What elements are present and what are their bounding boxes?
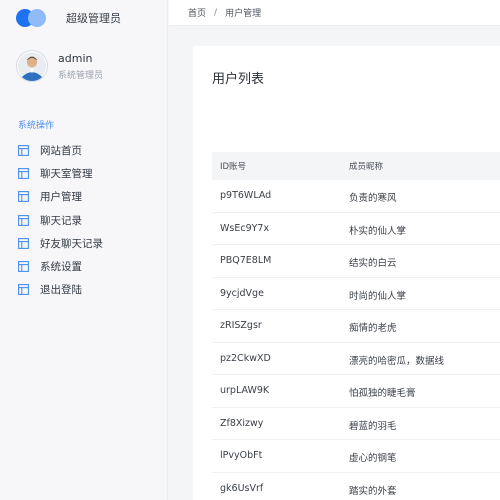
table-row[interactable]: PBQ7E8LM 结实的白云 [212, 245, 500, 278]
layout-icon [18, 284, 29, 296]
user-profile: admin 系统管理员 [0, 36, 167, 88]
cell-id: PBQ7E8LM [220, 255, 272, 266]
cell-nickname: 怕孤独的睫毛膏 [349, 388, 416, 399]
cell-id: WsEc9Y7x [220, 222, 270, 234]
cell-nickname: 虚心的钢笔 [349, 453, 397, 464]
sidebar-item-label: 聊天记录 [40, 214, 82, 227]
table-row[interactable]: 9ycjdVge 时尚的仙人掌 [212, 278, 500, 310]
cell-id: lPvyObFt [220, 450, 263, 461]
layout-icon [18, 261, 29, 272]
table-row[interactable]: lPvyObFt 虚心的钢笔 [212, 440, 500, 473]
sidebar-item-friend-chat-records[interactable]: 好友聊天记录 [0, 232, 167, 255]
cell-id: urpLAW9K [220, 385, 270, 396]
table-row[interactable]: WsEc9Y7x 朴实的仙人掌 [212, 213, 500, 245]
cell-id: Zf8Xizwy [220, 417, 264, 429]
cell-nickname: 碧蓝的羽毛 [349, 420, 397, 432]
table-header: ID账号 成员昵称 [212, 152, 500, 180]
logo-icon [16, 9, 48, 27]
layout-icon [18, 214, 29, 226]
profile-role: 系统管理员 [58, 70, 104, 81]
cell-id: gk6UsVrf [220, 482, 264, 494]
table-row[interactable]: gk6UsVrf 踏实的外套 [212, 473, 500, 500]
cell-id: 9ycjdVge [220, 287, 264, 299]
sidebar-item-label: 聊天室管理 [40, 168, 93, 181]
sidebar-menu: 网站首页 聊天室管理 用户管理 聊天记录 好友聊天记录 系统设置 退出登陆 [0, 139, 167, 301]
page-title: 用户列表 [212, 72, 265, 87]
cell-nickname: 痴情的老虎 [349, 323, 397, 334]
section-title: 系统操作 [18, 121, 55, 131]
layout-icon [18, 168, 29, 180]
layout-icon [18, 237, 29, 249]
cell-nickname: 漂亮的哈密瓜，数据线 [349, 355, 445, 367]
cell-nickname: 结实的白云 [349, 258, 397, 269]
cell-nickname: 踏实的外套 [349, 485, 397, 497]
sidebar-item-chatroom-management[interactable]: 聊天室管理 [0, 162, 167, 185]
breadcrumb: 首页 / 用户管理 [169, 0, 500, 26]
column-header-nickname: 成员昵称 [349, 162, 384, 172]
sidebar-item-label: 好友聊天记录 [40, 237, 103, 250]
table-row[interactable]: zRISZgsr 痴情的老虎 [212, 310, 500, 343]
sidebar-item-system-settings[interactable]: 系统设置 [0, 255, 167, 278]
cell-id: p9T6WLAd [220, 190, 272, 201]
brand-title: 超级管理员 [66, 12, 121, 25]
layout-icon [18, 145, 29, 157]
table-row[interactable]: pz2CkwXD 漂亮的哈密瓜，数据线 [212, 343, 500, 375]
sidebar-item-label: 退出登陆 [40, 284, 82, 297]
cell-nickname: 负责的寒风 [349, 193, 397, 204]
sidebar-item-label: 网站首页 [40, 145, 82, 158]
breadcrumb-home[interactable]: 首页 [188, 6, 206, 19]
table-body: p9T6WLAd 负责的寒风 WsEc9Y7x 朴实的仙人掌 PBQ7E8LM … [212, 180, 500, 500]
sidebar-item-user-management[interactable]: 用户管理 [0, 185, 167, 208]
sidebar-item-home[interactable]: 网站首页 [0, 139, 167, 162]
sidebar-item-chat-records[interactable]: 聊天记录 [0, 209, 167, 232]
table-row[interactable]: Zf8Xizwy 碧蓝的羽毛 [212, 408, 500, 440]
sidebar: 超级管理员 admin 系统管理员 系统操作 网站首页 聊天室管理 用户管理 聊… [0, 0, 168, 500]
sidebar-item-label: 系统设置 [40, 261, 82, 274]
table-row[interactable]: urpLAW9K 怕孤独的睫毛膏 [212, 375, 500, 408]
cell-nickname: 时尚的仙人掌 [349, 290, 407, 302]
cell-id: zRISZgsr [220, 320, 262, 331]
column-header-id: ID账号 [220, 162, 247, 172]
cell-id: pz2CkwXD [220, 352, 271, 364]
sidebar-item-logout[interactable]: 退出登陆 [0, 278, 167, 301]
layout-icon [18, 191, 29, 203]
user-list-card: 用户列表 ID账号 成员昵称 p9T6WLAd 负责的寒风 WsEc9Y7x 朴… [193, 46, 500, 500]
brand-header: 超级管理员 [0, 0, 167, 36]
cell-nickname: 朴实的仙人掌 [349, 225, 407, 237]
table-row[interactable]: p9T6WLAd 负责的寒风 [212, 180, 500, 213]
breadcrumb-current: 用户管理 [225, 9, 262, 19]
sidebar-item-label: 用户管理 [40, 191, 82, 204]
breadcrumb-separator: / [214, 7, 218, 18]
profile-name: admin [58, 51, 93, 65]
avatar[interactable] [16, 50, 48, 82]
